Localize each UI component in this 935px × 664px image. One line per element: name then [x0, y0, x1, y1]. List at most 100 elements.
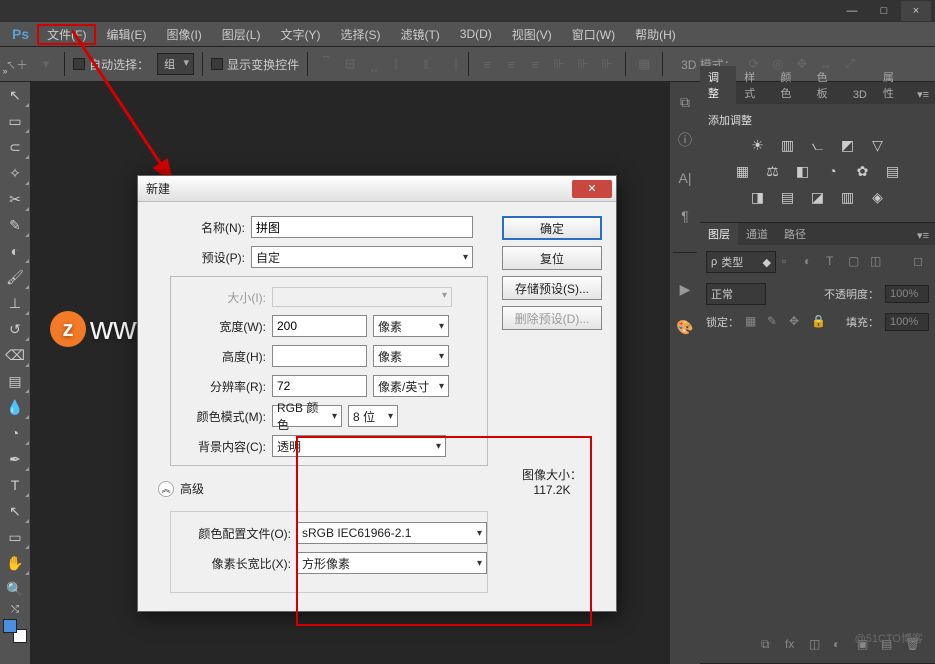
eyedropper-tool[interactable]: ✎	[0, 212, 30, 238]
selective-color-icon[interactable]: ◈	[869, 188, 887, 206]
window-close-button[interactable]: ×	[901, 1, 931, 21]
clone-stamp-tool[interactable]: ⊥	[0, 290, 30, 316]
history-panel-icon[interactable]: ⧉	[675, 92, 695, 112]
brush-tool[interactable]: 🖌	[0, 264, 30, 290]
levels-icon[interactable]: ▥	[779, 136, 797, 154]
photo-filter-icon[interactable]: ◔	[824, 162, 842, 180]
opacity-input[interactable]: 100%	[885, 285, 929, 303]
path-select-tool[interactable]: ↖	[0, 498, 30, 524]
menu-select[interactable]: 选择(S)	[330, 24, 390, 45]
menu-help[interactable]: 帮助(H)	[625, 24, 686, 45]
dodge-tool[interactable]: ◔	[0, 420, 30, 446]
save-preset-button[interactable]: 存储预设(S)...	[502, 276, 602, 300]
resolution-unit-dropdown[interactable]: 像素/英寸	[373, 375, 449, 397]
move-tool[interactable]: ↖	[0, 82, 30, 108]
lock-paint-icon[interactable]: ✎	[767, 314, 783, 330]
filter-toggle-icon[interactable]: ◻	[913, 254, 929, 270]
character-panel-icon[interactable]: A|	[675, 168, 695, 188]
brush-panel-icon[interactable]: ▶	[675, 279, 695, 299]
vibrance-icon[interactable]: ▽	[869, 136, 887, 154]
ok-button[interactable]: 确定	[502, 216, 602, 240]
auto-select-target-dropdown[interactable]: 组	[157, 53, 194, 75]
history-brush-tool[interactable]: ↺	[0, 316, 30, 342]
align-hcenter-icon[interactable]: ‖	[416, 54, 436, 74]
zoom-tool[interactable]: 🔍	[0, 576, 30, 602]
lock-transparency-icon[interactable]: ▦	[745, 314, 761, 330]
gradient-tool[interactable]: ▤	[0, 368, 30, 394]
hue-icon[interactable]: ▦	[734, 162, 752, 180]
lookup-icon[interactable]: ▤	[884, 162, 902, 180]
color-swap-icon[interactable]: ⤭	[0, 602, 30, 616]
layer-filter-type[interactable]: ρ类型◆	[706, 251, 776, 273]
menu-view[interactable]: 视图(V)	[502, 24, 562, 45]
layer-mask-icon[interactable]: ◫	[809, 637, 825, 653]
auto-select-checkbox[interactable]: 自动选择：	[73, 56, 149, 73]
menu-file[interactable]: 文件(F)	[37, 24, 96, 45]
bw-icon[interactable]: ◧	[794, 162, 812, 180]
link-layers-icon[interactable]: ⧉	[761, 637, 777, 653]
panel-menu-icon[interactable]: ▾≡	[911, 226, 935, 245]
paragraph-panel-icon[interactable]: ¶	[675, 206, 695, 226]
foreground-color-swatch[interactable]	[3, 619, 17, 633]
name-input[interactable]	[251, 216, 473, 238]
color-mode-dropdown[interactable]: RGB 颜色	[272, 405, 342, 427]
filter-type-icon[interactable]: T	[826, 254, 842, 270]
width-input[interactable]	[272, 315, 367, 337]
height-input[interactable]	[272, 345, 367, 367]
dialog-titlebar[interactable]: 新建 ✕	[138, 176, 616, 202]
fill-input[interactable]: 100%	[885, 313, 929, 331]
distribute-left-icon[interactable]: ⊪	[549, 54, 569, 74]
menu-window[interactable]: 窗口(W)	[562, 24, 625, 45]
marquee-tool[interactable]: ▭	[0, 108, 30, 134]
eraser-tool[interactable]: ⌫	[0, 342, 30, 368]
tab-adjustments[interactable]: 调整	[700, 66, 736, 104]
width-unit-dropdown[interactable]: 像素	[373, 315, 449, 337]
filter-adjust-icon[interactable]: ◐	[804, 254, 820, 270]
align-top-icon[interactable]: ⎴	[316, 54, 336, 74]
foreground-background-swatch[interactable]	[0, 616, 30, 646]
layer-fx-icon[interactable]: fx	[785, 637, 801, 653]
distribute-vcenter-icon[interactable]: ≡	[501, 54, 521, 74]
color-balance-icon[interactable]: ⚖	[764, 162, 782, 180]
align-vcenter-icon[interactable]: ⊟	[340, 54, 360, 74]
color-profile-dropdown[interactable]: sRGB IEC61966-2.1	[297, 522, 487, 544]
filter-pixel-icon[interactable]: ▫	[782, 254, 798, 270]
lock-position-icon[interactable]: ✥	[789, 314, 805, 330]
menu-layer[interactable]: 图层(L)	[212, 24, 271, 45]
menu-text[interactable]: 文字(Y)	[270, 24, 330, 45]
blend-mode-dropdown[interactable]: 正常	[706, 283, 766, 305]
brush-presets-icon[interactable]: 🎨	[675, 317, 695, 337]
panel-menu-icon[interactable]: ▾≡	[911, 85, 935, 104]
distribute-hcenter-icon[interactable]: ⊪	[573, 54, 593, 74]
window-maximize-button[interactable]: □	[869, 1, 899, 21]
align-left-icon[interactable]: ⎸	[392, 54, 412, 74]
filter-shape-icon[interactable]: ▢	[848, 254, 864, 270]
brightness-icon[interactable]: ☀	[749, 136, 767, 154]
blur-tool[interactable]: 💧	[0, 394, 30, 420]
tab-channels[interactable]: 通道	[738, 223, 776, 245]
align-right-icon[interactable]: ⎹	[440, 54, 460, 74]
hand-tool[interactable]: ✋	[0, 550, 30, 576]
filter-smart-icon[interactable]: ◫	[870, 254, 886, 270]
toolbox-collapse-tab[interactable]: »	[0, 64, 10, 78]
tab-styles[interactable]: 样式	[736, 66, 772, 104]
adjustment-layer-icon[interactable]: ◐	[833, 637, 849, 653]
window-minimize-button[interactable]: —	[837, 1, 867, 21]
tab-paths[interactable]: 路径	[776, 223, 814, 245]
exposure-icon[interactable]: ◩	[839, 136, 857, 154]
distribute-bottom-icon[interactable]: ≡	[525, 54, 545, 74]
menu-image[interactable]: 图像(I)	[156, 24, 211, 45]
tab-3d[interactable]: 3D	[845, 86, 875, 104]
curves-icon[interactable]: ⦦	[809, 136, 827, 154]
resolution-input[interactable]	[272, 375, 367, 397]
distribute-right-icon[interactable]: ⊪	[597, 54, 617, 74]
preset-dropdown[interactable]: 自定	[251, 246, 473, 268]
dialog-close-button[interactable]: ✕	[572, 180, 612, 198]
pixel-aspect-dropdown[interactable]: 方形像素	[297, 552, 487, 574]
info-panel-icon[interactable]: ⓘ	[675, 130, 695, 150]
tab-layers[interactable]: 图层	[700, 223, 738, 245]
align-bottom-icon[interactable]: ⎵	[364, 54, 384, 74]
invert-icon[interactable]: ◨	[749, 188, 767, 206]
tab-color[interactable]: 颜色	[772, 66, 808, 104]
cancel-button[interactable]: 复位	[502, 246, 602, 270]
